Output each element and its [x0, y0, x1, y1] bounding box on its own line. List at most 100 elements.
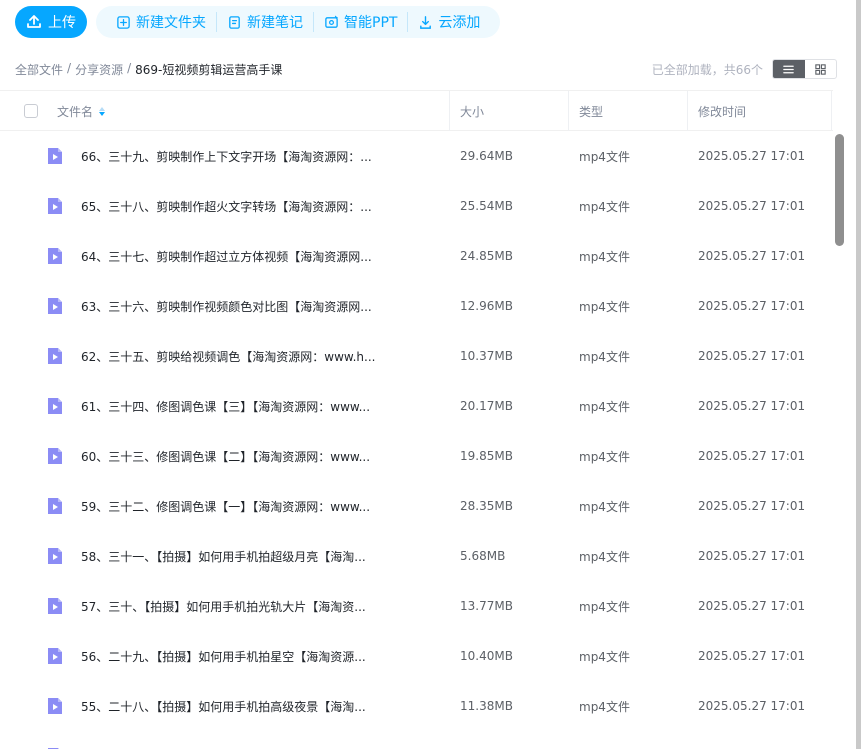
video-file-icon	[48, 548, 62, 564]
file-modified-time: 2025.05.27 17:01	[698, 299, 806, 313]
file-type: mp4文件	[579, 599, 630, 614]
smart-ppt-button[interactable]: 智能PPT	[313, 12, 407, 32]
column-type-label: 类型	[579, 104, 604, 119]
action-group: 新建文件夹 新建笔记 智能PPT 云添加	[96, 6, 501, 38]
file-name[interactable]: 61、三十四、修图调色课【三】【海淘资源网：www...	[81, 381, 381, 431]
breadcrumb-all-files[interactable]: 全部文件	[15, 61, 63, 78]
file-size: 25.54MB	[460, 199, 513, 213]
column-divider[interactable]	[568, 91, 569, 131]
file-type: mp4文件	[579, 649, 630, 664]
breadcrumb-share-resources[interactable]: 分享资源	[75, 61, 123, 78]
file-size: 20.17MB	[460, 399, 513, 413]
file-row[interactable]: 56、二十九、【拍摄】如何用手机拍星空【海淘资源... 10.40MB mp4文件 2…	[0, 631, 833, 681]
file-modified-time: 2025.05.27 17:01	[698, 199, 806, 213]
file-size: 5.68MB	[460, 549, 506, 563]
file-name[interactable]: 66、三十九、剪映制作上下文字开场【海淘资源网：...	[81, 131, 381, 181]
file-modified-time: 2025.05.27 17:01	[698, 249, 806, 263]
file-row[interactable]: 57、三十、【拍摄】如何用手机拍光轨大片【海淘资... 13.77MB mp4文件 2…	[0, 581, 833, 631]
file-size: 10.40MB	[460, 649, 513, 663]
column-divider	[831, 91, 832, 131]
file-row[interactable]: 60、三十三、修图调色课【二】【海淘资源网：www... 19.85MB mp4文件…	[0, 431, 833, 481]
grid-view-icon	[815, 63, 826, 75]
video-file-icon	[48, 448, 62, 464]
sort-icon[interactable]	[99, 106, 106, 116]
new-folder-icon	[117, 15, 130, 29]
cloud-add-button[interactable]: 云添加	[407, 12, 490, 32]
cloud-add-label: 云添加	[438, 15, 481, 31]
file-modified-time: 2025.05.27 17:01	[698, 149, 806, 163]
column-header-modified[interactable]: 修改时间	[698, 91, 746, 131]
grid-view-button[interactable]	[805, 60, 837, 78]
file-type: mp4文件	[579, 499, 630, 514]
video-file-icon	[48, 598, 62, 614]
file-modified-time: 2025.05.27 17:01	[698, 499, 806, 513]
video-file-icon	[48, 698, 62, 714]
file-name[interactable]: 57、三十、【拍摄】如何用手机拍光轨大片【海淘资...	[81, 581, 381, 631]
file-size: 24.85MB	[460, 249, 513, 263]
column-header-type[interactable]: 类型	[579, 91, 603, 131]
video-file-icon	[48, 348, 62, 364]
file-row[interactable]: 62、三十五、剪映给视频调色【海淘资源网：www.h... 10.37MB mp4文…	[0, 331, 833, 381]
file-list: 66、三十九、剪映制作上下文字开场【海淘资源网：... 29.64MB mp4文件 2…	[0, 131, 833, 749]
file-type: mp4文件	[579, 399, 630, 414]
file-row[interactable]: 61、三十四、修图调色课【三】【海淘资源网：www... 20.17MB mp4文件…	[0, 381, 833, 431]
file-modified-time: 2025.05.27 17:01	[698, 549, 806, 563]
column-header-name[interactable]: 文件名	[57, 91, 106, 131]
video-file-icon	[48, 148, 62, 164]
file-row[interactable]	[0, 731, 833, 749]
file-row[interactable]: 64、三十七、剪映制作超过立方体视频【海淘资源网... 24.85MB mp4文件 2…	[0, 231, 833, 281]
video-file-icon	[48, 398, 62, 414]
column-header-size[interactable]: 大小	[460, 91, 484, 131]
file-name[interactable]: 55、二十八、【拍摄】如何用手机拍高级夜景【海淘...	[81, 681, 381, 731]
file-type: mp4文件	[579, 549, 630, 564]
column-modified-label: 修改时间	[698, 104, 747, 119]
file-row[interactable]: 65、三十八、剪映制作超火文字转场【海淘资源网：... 25.54MB mp4文件 2…	[0, 181, 833, 231]
file-name[interactable]: 62、三十五、剪映给视频调色【海淘资源网：www.h...	[81, 331, 381, 381]
file-type: mp4文件	[579, 349, 630, 364]
smart-ppt-icon	[325, 15, 338, 28]
toolbar: 上传 新建文件夹 新建笔记 智能PPT 云添加	[15, 6, 501, 38]
new-folder-button[interactable]: 新建文件夹	[106, 12, 216, 32]
column-name-label: 文件名	[57, 104, 94, 119]
breadcrumb: 全部文件 / 分享资源 / 869-短视频剪辑运营高手课	[15, 61, 282, 78]
file-row[interactable]: 66、三十九、剪映制作上下文字开场【海淘资源网：... 29.64MB mp4文件 2…	[0, 131, 833, 181]
upload-button[interactable]: 上传	[15, 6, 87, 38]
file-size: 29.64MB	[460, 149, 513, 163]
file-name[interactable]: 63、三十六、剪映制作视频颜色对比图【海淘资源网...	[81, 281, 381, 331]
video-file-icon	[48, 298, 62, 314]
file-modified-time: 2025.05.27 17:01	[698, 399, 806, 413]
file-name[interactable]: 56、二十九、【拍摄】如何用手机拍星空【海淘资源...	[81, 631, 381, 681]
file-row[interactable]: 58、三十一、【拍摄】如何用手机拍超级月亮【海淘... 5.68MB mp4文件 20…	[0, 531, 833, 581]
new-note-button[interactable]: 新建笔记	[216, 12, 313, 32]
file-row[interactable]: 63、三十六、剪映制作视频颜色对比图【海淘资源网... 12.96MB mp4文件 2…	[0, 281, 833, 331]
loaded-count: 已全部加载，共66个	[651, 63, 763, 77]
file-size: 11.38MB	[460, 699, 513, 713]
column-size-label: 大小	[460, 104, 485, 119]
file-row[interactable]: 55、二十八、【拍摄】如何用手机拍高级夜景【海淘... 11.38MB mp4文件 2…	[0, 681, 833, 731]
breadcrumb-separator: /	[67, 61, 72, 75]
file-modified-time: 2025.05.27 17:01	[698, 699, 806, 713]
list-view-icon	[783, 65, 795, 73]
column-divider[interactable]	[449, 91, 450, 131]
file-name[interactable]: 59、三十二、修图调色课【一】【海淘资源网：www...	[81, 481, 381, 531]
file-row[interactable]: 59、三十二、修图调色课【一】【海淘资源网：www... 28.35MB mp4文件…	[0, 481, 833, 531]
new-note-label: 新建笔记	[247, 15, 303, 31]
cloud-add-icon	[420, 15, 432, 29]
file-type: mp4文件	[579, 699, 630, 714]
breadcrumb-separator: /	[127, 61, 132, 75]
file-name[interactable]: 58、三十一、【拍摄】如何用手机拍超级月亮【海淘...	[81, 531, 381, 581]
file-name[interactable]: 65、三十八、剪映制作超火文字转场【海淘资源网：...	[81, 181, 381, 231]
file-name[interactable]: 60、三十三、修图调色课【二】【海淘资源网：www...	[81, 431, 381, 481]
file-type: mp4文件	[579, 249, 630, 264]
list-view-button[interactable]	[773, 60, 805, 78]
scrollbar-thumb[interactable]	[835, 134, 844, 246]
upload-label: 上传	[48, 15, 76, 31]
select-all-checkbox[interactable]	[24, 104, 38, 118]
column-divider[interactable]	[687, 91, 688, 131]
file-size: 19.85MB	[460, 449, 513, 463]
file-type: mp4文件	[579, 299, 630, 314]
video-file-icon	[48, 198, 62, 214]
file-type: mp4文件	[579, 449, 630, 464]
file-name[interactable]: 64、三十七、剪映制作超过立方体视频【海淘资源网...	[81, 231, 381, 281]
smart-ppt-label: 智能PPT	[344, 15, 398, 31]
